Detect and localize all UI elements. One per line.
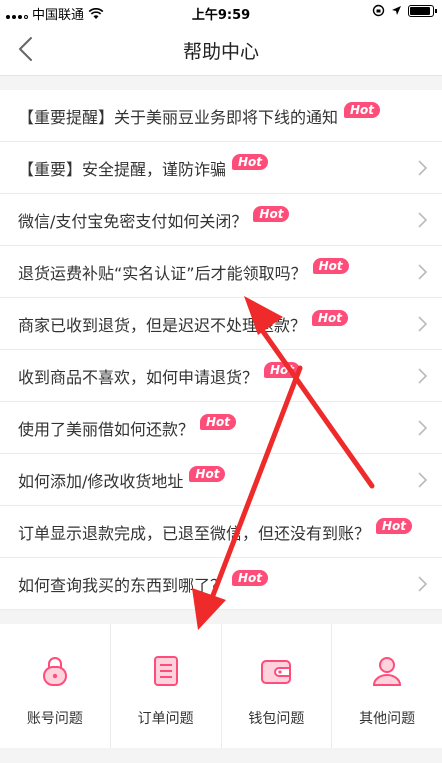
hot-badge: Hot	[232, 153, 269, 170]
page-title: 帮助中心	[182, 41, 259, 63]
hot-badge: Hot	[200, 413, 237, 430]
wallet-icon	[261, 660, 292, 684]
location-icon	[392, 6, 401, 15]
hot-badge: Hot	[376, 517, 413, 534]
faq-text: 【重要】安全提醒，谨防诈骗	[18, 159, 227, 179]
faq-item-7[interactable]: 如何添加/修改收货地址 Hot	[0, 454, 442, 506]
faq-item-3[interactable]: 退货运费补贴“实名认证”后才能领取吗？ Hot	[0, 246, 442, 298]
category-label: 订单问题	[137, 711, 194, 727]
faq-item-4[interactable]: 商家已收到退货，但是迟迟不处理退款？ Hot	[0, 298, 442, 350]
category-label: 账号问题	[26, 711, 83, 727]
category-bar: 账号问题 订单问题 钱包问题 其他问题	[0, 624, 442, 748]
faq-item-2[interactable]: 微信/支付宝免密支付如何关闭？ Hot	[0, 194, 442, 246]
status-right	[372, 4, 437, 17]
chevron-right-icon	[418, 212, 428, 228]
faq-item-9[interactable]: 如何查询我买的东西到哪了？ Hot	[0, 558, 442, 610]
hot-badge: Hot	[312, 257, 349, 274]
order-list-icon	[153, 656, 178, 686]
faq-text: 退货运费补贴“实名认证”后才能领取吗？	[18, 263, 307, 283]
hot-badge: Hot	[264, 361, 301, 378]
chevron-right-icon	[418, 316, 428, 332]
category-label: 其他问题	[359, 711, 416, 727]
chevron-right-icon	[418, 368, 428, 384]
faq-text: 商家已收到退货，但是迟迟不处理退款？	[18, 315, 307, 335]
faq-item-1[interactable]: 【重要】安全提醒，谨防诈骗 Hot	[0, 142, 442, 194]
faq-text: 订单显示退款完成，已退至微信，但还没有到账？	[18, 523, 371, 543]
nav-bar: 帮助中心	[0, 24, 442, 76]
category-other[interactable]: 其他问题	[332, 624, 442, 748]
person-icon	[373, 657, 402, 686]
chevron-right-icon	[418, 264, 428, 280]
rotation-lock-icon	[372, 4, 385, 17]
faq-text: 【重要提醒】关于美丽豆业务即将下线的通知	[18, 107, 339, 127]
category-wallet[interactable]: 钱包问题	[222, 624, 333, 748]
status-bar: 中国联通 上午9:59	[0, 0, 442, 24]
faq-item-0[interactable]: 【重要提醒】关于美丽豆业务即将下线的通知 Hot	[0, 90, 442, 142]
battery-icon	[408, 4, 437, 17]
faq-item-8[interactable]: 订单显示退款完成，已退至微信，但还没有到账？ Hot	[0, 506, 442, 558]
faq-text: 微信/支付宝免密支付如何关闭？	[18, 211, 248, 231]
faq-text: 使用了美丽借如何还款？	[18, 419, 195, 439]
faq-item-5[interactable]: 收到商品不喜欢，如何申请退货？ Hot	[0, 350, 442, 402]
chevron-right-icon	[418, 576, 428, 592]
hot-badge: Hot	[253, 205, 290, 222]
lock-icon	[42, 657, 67, 686]
hot-badge: Hot	[232, 569, 269, 586]
hot-badge: Hot	[189, 465, 226, 482]
chevron-right-icon	[418, 160, 428, 176]
faq-text: 如何添加/修改收货地址	[18, 471, 184, 491]
faq-text: 如何查询我买的东西到哪了？	[18, 575, 227, 595]
faq-list: 【重要提醒】关于美丽豆业务即将下线的通知 Hot 【重要】安全提醒，谨防诈骗 H…	[0, 90, 442, 610]
faq-item-6[interactable]: 使用了美丽借如何还款？ Hot	[0, 402, 442, 454]
category-order[interactable]: 订单问题	[111, 624, 222, 748]
chevron-right-icon	[418, 472, 428, 488]
faq-text: 收到商品不喜欢，如何申请退货？	[18, 367, 259, 387]
category-account[interactable]: 账号问题	[0, 624, 111, 748]
hot-badge: Hot	[344, 101, 381, 118]
chevron-right-icon	[418, 420, 428, 436]
category-label: 钱包问题	[248, 711, 305, 727]
hot-badge: Hot	[312, 309, 349, 326]
